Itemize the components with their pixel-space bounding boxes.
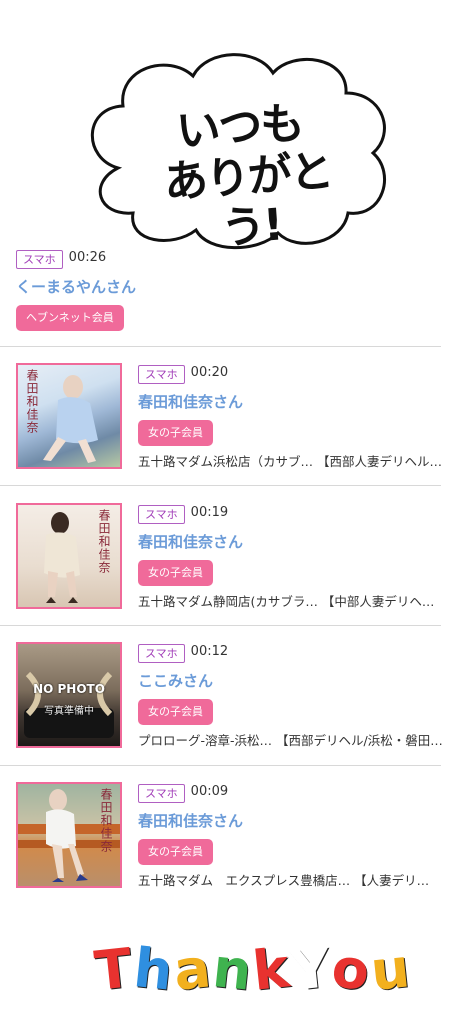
visitor-name[interactable]: 春田和佳奈さん (138, 532, 443, 552)
member-type-badge: 女の子会員 (138, 560, 213, 586)
member-type-badge: 女の子会員 (138, 420, 213, 446)
shop-name[interactable]: 五十路マダム エクスプレス豊橋店… 【人妻デリ… (138, 873, 443, 889)
divider (0, 765, 441, 766)
visitor-entry[interactable]: NO PHOTO 写真準備中 スマホ 00:12 ここみさん 女の子会員 プロロー… (16, 642, 446, 750)
device-badge: スマホ (138, 365, 185, 384)
member-type-badge: ヘブンネット会員 (16, 305, 124, 331)
visitor-thumbnail[interactable]: 春田和佳奈 (16, 782, 122, 888)
device-badge: スマホ (138, 505, 185, 524)
thanks-sticker: いつも ありがとう! (78, 48, 396, 255)
shop-name[interactable]: 五十路マダム静岡店(カサブラ… 【中部人妻デリヘ… (138, 594, 443, 610)
device-badge: スマホ (138, 784, 185, 803)
visit-time: 00:20 (190, 365, 229, 380)
visit-time: 00:26 (68, 250, 107, 265)
visitor-name[interactable]: ここみさん (138, 671, 443, 691)
thumbnail-caption: 春田和佳奈 (99, 788, 113, 853)
visitor-name[interactable]: 春田和佳奈さん (138, 811, 443, 831)
visitor-thumbnail[interactable]: NO PHOTO 写真準備中 (16, 642, 122, 748)
visit-time: 00:12 (190, 644, 229, 659)
visitor-thumbnail[interactable]: 春田和佳奈 (16, 363, 122, 469)
visitor-entry[interactable]: 春田和佳奈 スマホ 00:09 春田和佳奈さん 女の子会員 五十路マダム エクスプ… (16, 782, 446, 890)
visit-time: 00:19 (190, 505, 229, 520)
member-type-badge: 女の子会員 (138, 699, 213, 725)
divider (0, 485, 441, 486)
device-badge: スマホ (16, 250, 63, 269)
thank-you-sticker: Thank You (92, 935, 415, 1005)
visitor-thumbnail[interactable]: 春田和佳奈 (16, 503, 122, 609)
device-badge: スマホ (138, 644, 185, 663)
visitor-entry[interactable]: 春田和佳奈 スマホ 00:20 春田和佳奈さん 女の子会員 五十路マダム浜松店（カ… (16, 363, 446, 471)
shop-name[interactable]: プロローグ-溶章-浜松… 【西部デリヘル/浜松・磐田… (138, 733, 443, 749)
thumbnail-caption: 春田和佳奈 (25, 369, 39, 434)
thumbnail-caption: 春田和佳奈 (97, 509, 111, 574)
divider (0, 346, 441, 347)
visitor-entry[interactable]: 春田和佳奈 スマホ 00:19 春田和佳奈さん 女の子会員 五十路マダム静岡店(カ… (16, 503, 446, 611)
no-photo-sub: 写真準備中 (44, 706, 94, 717)
visitor-name[interactable]: くーまるやんさん (16, 277, 446, 297)
no-photo-label: NO PHOTO (33, 682, 105, 696)
divider (0, 625, 441, 626)
member-type-badge: 女の子会員 (138, 839, 213, 865)
visitor-entry[interactable]: スマホ 00:26 くーまるやんさん ヘブンネット会員 (16, 248, 446, 331)
shop-name[interactable]: 五十路マダム浜松店（カサブ… 【西部人妻デリヘル… (138, 454, 443, 470)
visit-time: 00:09 (190, 784, 229, 799)
thank-you-text: Thank You (92, 935, 415, 1005)
sticker-line-2: ありがとう! (162, 145, 334, 255)
thank-you-letter: u (368, 936, 415, 1003)
sticker-message: いつも ありがとう! (123, 95, 363, 261)
visitor-name[interactable]: 春田和佳奈さん (138, 392, 443, 412)
